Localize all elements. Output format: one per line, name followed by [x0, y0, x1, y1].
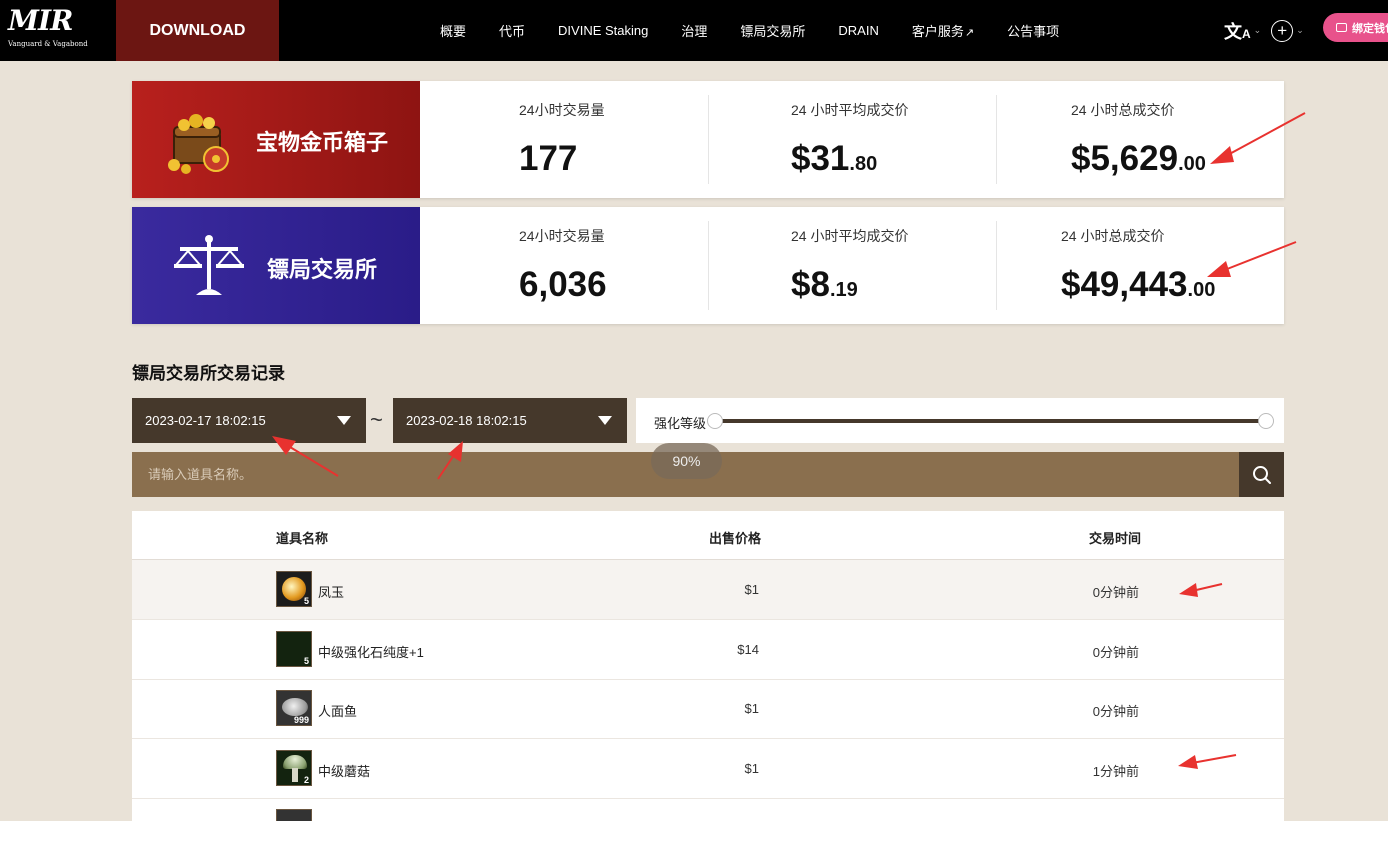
annotation-arrow-icon	[1210, 112, 1306, 164]
annotation-arrow-icon	[1179, 583, 1223, 597]
annotation-arrow-icon	[272, 436, 339, 477]
annotation-arrow-icon	[437, 441, 463, 480]
annotation-arrow-icon	[1207, 241, 1297, 277]
page: MIR Vanguard & Vagabond DOWNLOAD 概要 代币 D…	[0, 0, 1388, 821]
annotation-arrow-icon	[1178, 754, 1237, 769]
zoom-indicator: 90%	[651, 443, 722, 479]
annotation-arrows	[272, 112, 1306, 769]
